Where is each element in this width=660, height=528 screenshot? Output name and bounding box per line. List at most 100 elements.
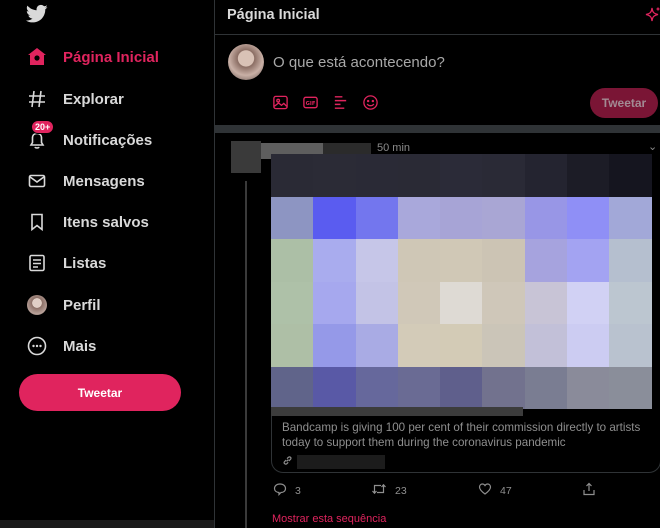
media-pixel-block bbox=[313, 281, 356, 324]
reply-count: 3 bbox=[295, 484, 301, 497]
nav-more-label: Mais bbox=[63, 337, 97, 355]
media-pixel-block bbox=[440, 196, 483, 239]
media-pixel-block bbox=[524, 324, 568, 367]
media-pixel-block bbox=[397, 154, 441, 197]
share-icon bbox=[582, 482, 596, 499]
nav-bookmarks[interactable]: Itens salvos bbox=[26, 209, 149, 235]
tweet[interactable]: 50 min ⌄ Bandcamp is giving 100 per cent… bbox=[215, 133, 660, 528]
main-header: Página Inicial bbox=[215, 0, 660, 35]
media-pixel-block bbox=[524, 281, 568, 324]
media-pixel-block bbox=[397, 281, 441, 324]
media-pixel-block bbox=[355, 324, 398, 367]
nav-profile[interactable]: Perfil bbox=[26, 292, 101, 318]
media-pixel-block bbox=[609, 324, 652, 367]
twitter-logo-icon[interactable] bbox=[25, 4, 50, 24]
list-icon bbox=[26, 252, 48, 274]
home-icon bbox=[26, 46, 48, 68]
sparkle-icon[interactable] bbox=[643, 6, 660, 24]
media-pixel-block bbox=[567, 239, 610, 282]
show-thread-link[interactable]: Mostrar esta sequência bbox=[272, 513, 386, 525]
media-pixel-block bbox=[609, 281, 652, 324]
chevron-down-icon[interactable]: ⌄ bbox=[648, 140, 657, 153]
media-pixel-block bbox=[440, 281, 483, 324]
link-url-redacted bbox=[297, 455, 385, 469]
media-pixel-block bbox=[271, 196, 314, 239]
media-pixel-block bbox=[271, 281, 314, 324]
compose-toolbar: GIF bbox=[271, 93, 391, 111]
media-pixel-block bbox=[567, 324, 610, 367]
reply-button[interactable]: 3 bbox=[273, 482, 301, 499]
sidebar-tweet-button[interactable]: Tweetar bbox=[19, 374, 181, 411]
profile-avatar bbox=[26, 294, 48, 316]
compose-avatar[interactable] bbox=[228, 44, 264, 80]
media-pixel-block bbox=[313, 196, 356, 239]
nav-home-label: Página Inicial bbox=[63, 48, 159, 66]
nav-messages[interactable]: Mensagens bbox=[26, 168, 145, 194]
nav-explore[interactable]: Explorar bbox=[26, 86, 124, 112]
tweet-media-pixelated[interactable] bbox=[271, 154, 660, 409]
media-pixel-block bbox=[482, 324, 525, 367]
nav-lists[interactable]: Listas bbox=[26, 250, 106, 276]
media-pixel-block bbox=[440, 154, 483, 197]
compose-input[interactable]: O que está acontecendo? bbox=[273, 54, 445, 71]
share-button[interactable] bbox=[582, 482, 596, 499]
media-pixel-block bbox=[355, 366, 398, 409]
main-timeline: Página Inicial O que está acontecendo? G… bbox=[214, 0, 660, 528]
envelope-icon bbox=[26, 170, 48, 192]
media-pixel-block bbox=[355, 196, 398, 239]
emoji-icon[interactable] bbox=[361, 93, 379, 111]
svg-text:GIF: GIF bbox=[305, 100, 315, 106]
media-pixel-block bbox=[567, 196, 610, 239]
media-pixel-block bbox=[313, 154, 356, 197]
link-card[interactable]: Bandcamp is giving 100 per cent of their… bbox=[271, 409, 660, 473]
like-button[interactable]: 47 bbox=[478, 482, 512, 499]
media-pixel-block bbox=[397, 366, 441, 409]
nav-profile-label: Perfil bbox=[63, 296, 101, 314]
tweet-author-avatar[interactable] bbox=[231, 141, 261, 173]
retweet-button[interactable]: 23 bbox=[371, 482, 407, 499]
media-pixel-block bbox=[524, 154, 568, 197]
media-pixel-block bbox=[440, 239, 483, 282]
page-title: Página Inicial bbox=[227, 7, 320, 23]
media-pixel-block bbox=[440, 366, 483, 409]
media-pixel-block bbox=[482, 366, 525, 409]
media-pixel-block bbox=[397, 324, 441, 367]
link-card-url bbox=[282, 453, 385, 471]
tweet-timestamp[interactable]: 50 min bbox=[377, 142, 410, 154]
media-pixel-block bbox=[271, 239, 314, 282]
media-pixel-block bbox=[524, 366, 568, 409]
media-pixel-block bbox=[609, 196, 652, 239]
media-pixel-block bbox=[397, 239, 441, 282]
heart-icon bbox=[478, 482, 492, 499]
nav-lists-label: Listas bbox=[63, 254, 107, 272]
retweet-icon bbox=[371, 482, 387, 499]
compose-tweet-button[interactable]: Tweetar bbox=[590, 88, 658, 118]
media-pixel-block bbox=[313, 239, 356, 282]
nav-more[interactable]: Mais bbox=[26, 333, 96, 359]
section-divider bbox=[215, 125, 660, 133]
media-pixel-block bbox=[271, 154, 314, 197]
link-card-title-redacted bbox=[271, 407, 523, 416]
media-pixel-block bbox=[271, 324, 314, 367]
retweet-count: 23 bbox=[395, 484, 407, 497]
like-count: 47 bbox=[500, 484, 512, 497]
media-pixel-block bbox=[609, 239, 652, 282]
image-icon[interactable] bbox=[271, 93, 289, 111]
nav-home[interactable]: Página Inicial bbox=[26, 44, 159, 70]
media-pixel-block bbox=[609, 154, 652, 197]
bell-icon: 20+ bbox=[26, 120, 55, 151]
media-pixel-block bbox=[567, 154, 610, 197]
media-pixel-block bbox=[313, 324, 356, 367]
gif-icon[interactable]: GIF bbox=[301, 93, 319, 111]
poll-icon[interactable] bbox=[331, 93, 349, 111]
nav-notifications[interactable]: 20+ Notificações bbox=[26, 120, 153, 153]
notification-badge: 20+ bbox=[31, 120, 55, 134]
sidebar: Página Inicial Explorar 20+ Notificações… bbox=[0, 0, 214, 528]
media-pixel-block bbox=[397, 196, 441, 239]
media-pixel-block bbox=[355, 239, 398, 282]
nav-notifications-label: Notificações bbox=[63, 131, 153, 149]
hashtag-icon bbox=[26, 88, 48, 110]
media-pixel-block bbox=[482, 196, 525, 239]
media-pixel-block bbox=[482, 281, 525, 324]
nav-explore-label: Explorar bbox=[63, 90, 124, 108]
